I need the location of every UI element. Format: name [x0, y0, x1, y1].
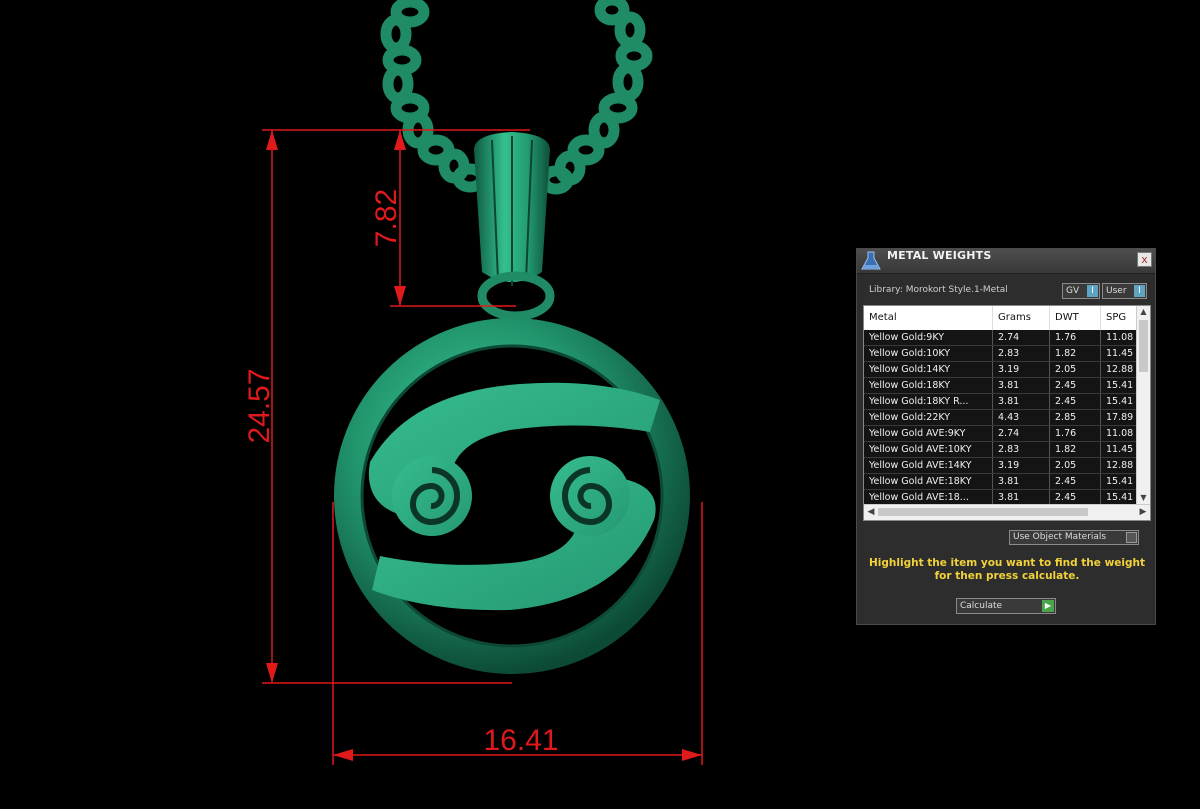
- table-row[interactable]: Yellow Gold:9KY 2.74 1.76 11.08: [864, 330, 1141, 346]
- table-cell: 3.81: [993, 490, 1050, 505]
- table-row[interactable]: Yellow Gold AVE:9KY 2.74 1.76 11.08: [864, 426, 1141, 442]
- table-cell: 2.85: [1050, 410, 1101, 425]
- calculate-label: Calculate: [960, 601, 1003, 611]
- table-cell: 1.82: [1050, 346, 1101, 361]
- table-cell: 12.88: [1101, 458, 1141, 473]
- scroll-up-icon[interactable]: ▲: [1137, 306, 1150, 318]
- table-cell: 2.45: [1050, 378, 1101, 393]
- table-cell: Yellow Gold:18KY R...: [864, 394, 993, 409]
- table-row[interactable]: Yellow Gold:14KY 3.19 2.05 12.88: [864, 362, 1141, 378]
- gv-label: GV: [1066, 286, 1080, 296]
- table-cell: 11.45: [1101, 346, 1141, 361]
- table-cell: 2.45: [1050, 490, 1101, 505]
- column-header-grams[interactable]: Grams: [993, 306, 1050, 330]
- table-cell: 1.82: [1050, 442, 1101, 457]
- table-cell: Yellow Gold AVE:9KY: [864, 426, 993, 441]
- table-cell: 4.43: [993, 410, 1050, 425]
- table-cell: 11.08: [1101, 426, 1141, 441]
- table-cell: 2.45: [1050, 394, 1101, 409]
- user-indicator: I: [1134, 285, 1145, 297]
- table-cell: Yellow Gold:9KY: [864, 330, 993, 345]
- table-cell: 12.88: [1101, 362, 1141, 377]
- horizontal-scrollbar[interactable]: ◀ ▶: [864, 504, 1150, 520]
- table-cell: 1.76: [1050, 330, 1101, 345]
- table-cell: Yellow Gold AVE:18KY: [864, 474, 993, 489]
- table-cell: 1.76: [1050, 426, 1101, 441]
- table-cell: Yellow Gold:10KY: [864, 346, 993, 361]
- table-cell: 2.45: [1050, 474, 1101, 489]
- instruction-line-2: for then press calculate.: [934, 570, 1080, 582]
- user-label: User: [1106, 286, 1127, 296]
- scroll-right-icon[interactable]: ▶: [1137, 506, 1149, 519]
- table-cell: 2.05: [1050, 458, 1101, 473]
- dimension-bail-label: 7.82: [370, 189, 403, 247]
- scroll-left-icon[interactable]: ◀: [865, 506, 877, 519]
- dimension-width-label: 16.41: [483, 724, 558, 757]
- gv-toggle[interactable]: GV I: [1062, 283, 1100, 299]
- table-cell: 15.41: [1101, 474, 1141, 489]
- metal-table[interactable]: Metal Grams DWT SPG Yellow Gold:9KY 2.74 1…: [863, 305, 1151, 521]
- close-button[interactable]: x: [1137, 252, 1152, 267]
- table-body: Yellow Gold:9KY 2.74 1.76 11.08 Yellow Gold:…: [864, 330, 1141, 506]
- table-cell: 15.41: [1101, 490, 1141, 505]
- scroll-down-icon[interactable]: ▼: [1137, 492, 1150, 504]
- table-cell: 3.81: [993, 474, 1050, 489]
- table-cell: 3.81: [993, 394, 1050, 409]
- dimension-height-label: 24.57: [243, 368, 276, 443]
- table-row[interactable]: Yellow Gold AVE:18KY 3.81 2.45 15.41: [864, 474, 1141, 490]
- cancer-symbol-model: [368, 382, 660, 611]
- column-header-spg[interactable]: SPG: [1101, 306, 1141, 330]
- library-label: Library: Morokort Style.1-Metal: [869, 285, 1008, 295]
- vertical-scroll-thumb[interactable]: [1139, 320, 1148, 372]
- table-cell: 3.81: [993, 378, 1050, 393]
- table-cell: 17.89: [1101, 410, 1141, 425]
- flask-icon: [861, 251, 881, 270]
- panel-title: METAL WEIGHTS: [887, 249, 992, 262]
- table-row[interactable]: Yellow Gold:18KY 3.81 2.45 15.41: [864, 378, 1141, 394]
- table-row[interactable]: Yellow Gold AVE:10KY 2.83 1.82 11.45: [864, 442, 1141, 458]
- column-header-metal[interactable]: Metal: [864, 306, 993, 330]
- table-row[interactable]: Yellow Gold:22KY 4.43 2.85 17.89: [864, 410, 1141, 426]
- table-cell: 3.19: [993, 458, 1050, 473]
- table-cell: 11.45: [1101, 442, 1141, 457]
- table-cell: 2.83: [993, 442, 1050, 457]
- table-cell: 2.74: [993, 330, 1050, 345]
- table-row[interactable]: Yellow Gold AVE:14KY 3.19 2.05 12.88: [864, 458, 1141, 474]
- table-cell: Yellow Gold AVE:14KY: [864, 458, 993, 473]
- table-cell: Yellow Gold AVE:10KY: [864, 442, 993, 457]
- column-header-dwt[interactable]: DWT: [1050, 306, 1101, 330]
- panel-titlebar[interactable]: METAL WEIGHTS x: [857, 249, 1155, 274]
- table-cell: 11.08: [1101, 330, 1141, 345]
- gv-indicator: I: [1087, 285, 1098, 297]
- use-object-materials-toggle[interactable]: Use Object Materials: [1009, 530, 1139, 545]
- use-object-materials-label: Use Object Materials: [1013, 532, 1107, 542]
- table-cell: 15.41: [1101, 378, 1141, 393]
- table-cell: Yellow Gold:22KY: [864, 410, 993, 425]
- table-cell: 2.74: [993, 426, 1050, 441]
- instruction-text: Highlight the item you want to find the …: [867, 557, 1147, 583]
- instruction-line-1: Highlight the item you want to find the …: [869, 557, 1145, 569]
- table-cell: Yellow Gold AVE:18...: [864, 490, 993, 505]
- table-row[interactable]: Yellow Gold:18KY R... 3.81 2.45 15.41: [864, 394, 1141, 410]
- use-object-materials-indicator: [1126, 532, 1137, 543]
- table-row[interactable]: Yellow Gold:10KY 2.83 1.82 11.45: [864, 346, 1141, 362]
- table-cell: Yellow Gold:18KY: [864, 378, 993, 393]
- table-cell: Yellow Gold:14KY: [864, 362, 993, 377]
- calculate-button[interactable]: Calculate ▶: [956, 598, 1056, 614]
- table-cell: 2.83: [993, 346, 1050, 361]
- play-icon: ▶: [1042, 600, 1054, 612]
- bail-model: [474, 132, 555, 321]
- table-cell: 3.19: [993, 362, 1050, 377]
- metal-weights-panel: METAL WEIGHTS x Library: Morokort Style.…: [856, 248, 1156, 625]
- table-header: Metal Grams DWT SPG: [864, 306, 1141, 331]
- horizontal-scroll-thumb[interactable]: [878, 508, 1088, 516]
- table-cell: 2.05: [1050, 362, 1101, 377]
- vertical-scrollbar[interactable]: ▲ ▼: [1136, 306, 1150, 504]
- table-cell: 15.41: [1101, 394, 1141, 409]
- user-toggle[interactable]: User I: [1102, 283, 1147, 299]
